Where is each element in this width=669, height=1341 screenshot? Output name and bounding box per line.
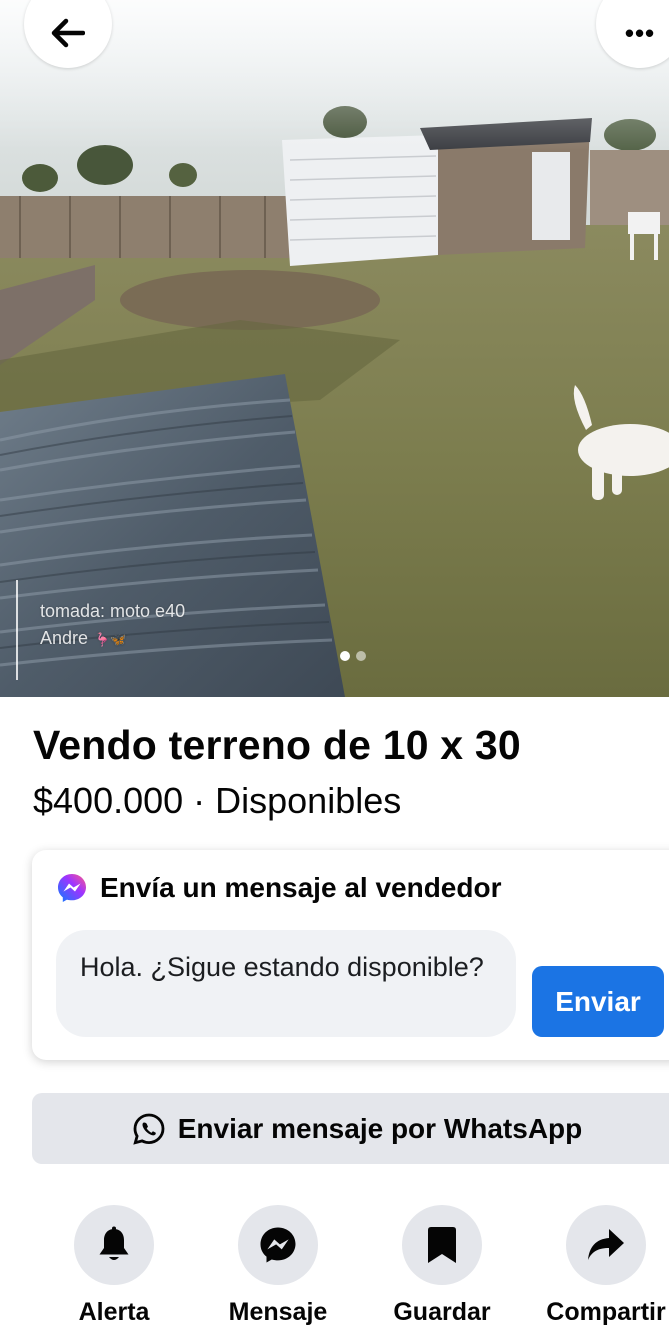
send-button[interactable]: Enviar — [532, 966, 664, 1037]
carousel-dot[interactable] — [356, 651, 366, 661]
watermark-line-2: Andre 🦩🦋 — [40, 625, 185, 653]
messenger-icon — [58, 874, 86, 902]
message-seller-card: Envía un mensaje al vendedor Hola. ¿Sigu… — [32, 850, 669, 1060]
share-action[interactable]: Compartir — [526, 1205, 669, 1327]
arrow-left-icon — [51, 18, 85, 48]
flamingo-emoji: 🦩 — [94, 632, 111, 647]
whatsapp-button-label: Enviar mensaje por WhatsApp — [177, 1112, 583, 1144]
message-icon-circle[interactable] — [238, 1205, 318, 1285]
photo-watermark: tomada: moto e40 Andre 🦩🦋 — [16, 580, 185, 680]
messenger-icon — [260, 1227, 296, 1263]
listing-title: Vendo terreno de 10 x 30 — [33, 722, 521, 768]
watermark-line-1: tomada: moto e40 — [40, 601, 186, 621]
more-horizontal-icon: ••• — [624, 18, 656, 48]
listing-price-availability: $400.000 · Disponibles — [33, 780, 402, 821]
alert-action[interactable]: Alerta — [34, 1205, 194, 1327]
message-card-header: Envía un mensaje al vendedor — [56, 872, 501, 904]
alert-label: Alerta — [78, 1298, 150, 1326]
action-bar: Alerta Mensaje Guardar Compartir — [0, 1205, 669, 1341]
carousel-indicator — [340, 651, 366, 661]
listing-photo[interactable]: tomada: moto e40 Andre 🦩🦋 — [0, 0, 669, 697]
share-label: Compartir — [546, 1298, 666, 1326]
message-input[interactable]: Hola. ¿Sigue estando disponible? — [56, 930, 516, 1037]
save-label: Guardar — [393, 1298, 491, 1326]
whatsapp-message-button[interactable]: Enviar mensaje por WhatsApp — [32, 1093, 669, 1164]
bell-icon — [99, 1226, 129, 1260]
carousel-dot-active[interactable] — [340, 651, 350, 661]
message-card-title: Envía un mensaje al vendedor — [100, 872, 502, 903]
message-label: Mensaje — [228, 1298, 328, 1326]
save-action[interactable]: Guardar — [362, 1205, 522, 1327]
watermark-author: Andre — [40, 628, 89, 648]
alert-icon-circle[interactable] — [74, 1205, 154, 1285]
message-action[interactable]: Mensaje — [198, 1205, 358, 1327]
whatsapp-icon — [133, 1113, 165, 1145]
butterfly-emoji: 🦋 — [110, 632, 127, 647]
bookmark-icon — [428, 1227, 456, 1263]
share-icon-circle[interactable] — [566, 1205, 646, 1285]
save-icon-circle[interactable] — [402, 1205, 482, 1285]
share-arrow-icon — [588, 1229, 624, 1260]
